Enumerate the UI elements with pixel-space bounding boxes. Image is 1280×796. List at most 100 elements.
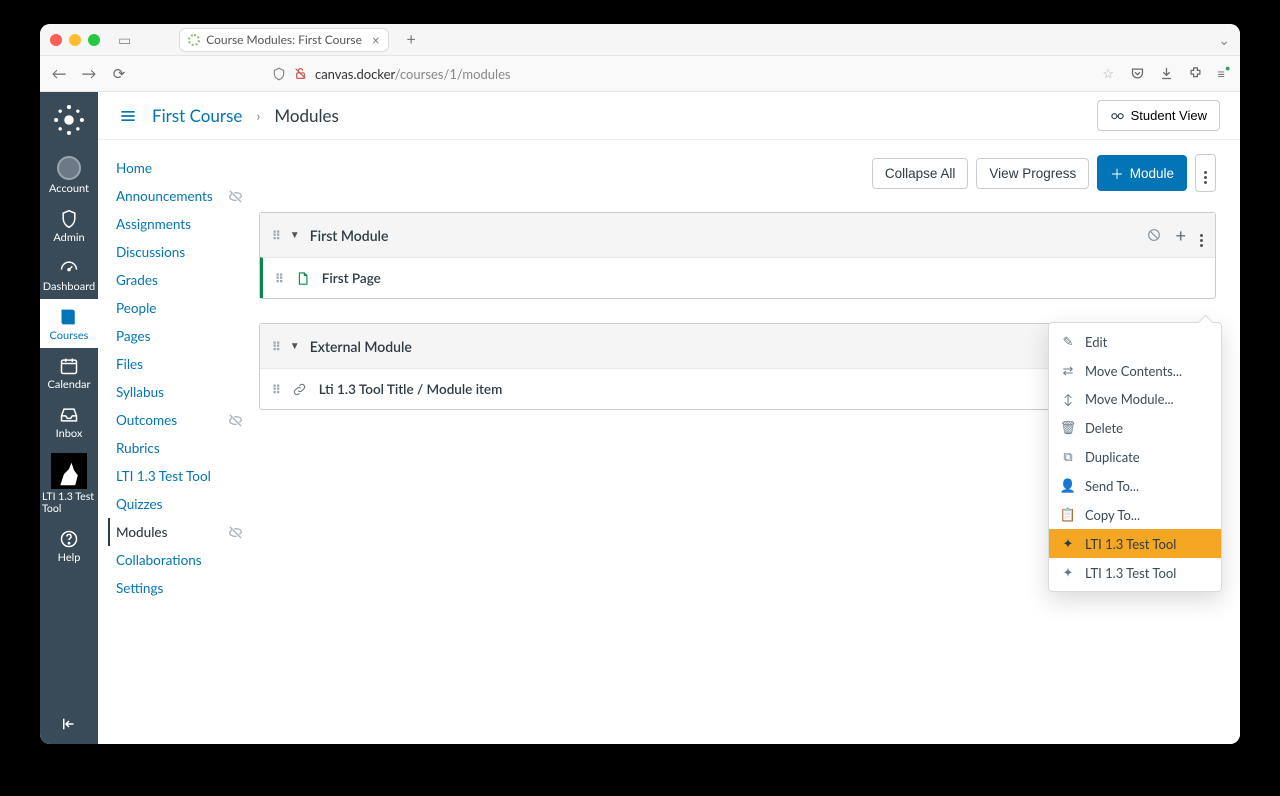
course-nav-link[interactable]: People: [116, 300, 156, 316]
glasses-icon: [1110, 108, 1125, 123]
new-tab-button[interactable]: +: [407, 30, 416, 49]
tabs-dropdown-icon[interactable]: ⌄: [1218, 31, 1230, 49]
course-nav-item[interactable]: Announcements: [116, 182, 253, 210]
course-nav-toggle[interactable]: [118, 106, 138, 126]
copy-icon: ⧉: [1061, 448, 1075, 465]
menu-move-contents[interactable]: ⇄Move Contents...: [1049, 356, 1221, 385]
nav-account[interactable]: Account: [40, 148, 98, 201]
course-nav-item[interactable]: Collaborations: [116, 546, 253, 574]
bookmark-star-icon[interactable]: ☆: [1102, 65, 1114, 82]
tab-close-icon[interactable]: ×: [372, 32, 380, 48]
view-progress-button[interactable]: View Progress: [976, 158, 1089, 189]
course-nav-item[interactable]: Grades: [116, 266, 253, 294]
collapse-all-button[interactable]: Collapse All: [872, 158, 969, 189]
unpublished-icon[interactable]: [1146, 227, 1162, 243]
url-text: canvas.docker/courses/1/modules: [315, 66, 511, 82]
module-title: First Module: [310, 227, 389, 244]
course-nav-link[interactable]: Syllabus: [116, 384, 164, 400]
browser-tab[interactable]: Course Modules: First Course ×: [179, 28, 388, 52]
module-item[interactable]: ⠿First Page: [260, 257, 1215, 298]
nav-courses[interactable]: Courses: [40, 299, 98, 348]
sidebar-toggle-icon[interactable]: ▭: [118, 31, 131, 49]
nav-collapse-button[interactable]: [40, 704, 98, 744]
add-module-button[interactable]: ＋ Module: [1097, 155, 1187, 191]
breadcrumb-bar: First Course › Modules Student View: [98, 92, 1240, 140]
course-nav-link[interactable]: Settings: [116, 580, 163, 596]
menu-lti-tool-2[interactable]: ✦LTI 1.3 Test Tool: [1049, 558, 1221, 587]
course-nav-item[interactable]: Assignments: [116, 210, 253, 238]
close-window-button[interactable]: [50, 34, 62, 46]
menu-duplicate[interactable]: ⧉Duplicate: [1049, 442, 1221, 471]
reload-button[interactable]: ⟳: [110, 65, 128, 83]
module-options-button[interactable]: [1200, 223, 1203, 247]
downloads-icon[interactable]: [1159, 66, 1174, 81]
course-nav-item[interactable]: Files: [116, 350, 253, 378]
shield-icon[interactable]: [272, 67, 286, 81]
nav-admin[interactable]: Admin: [40, 201, 98, 250]
drag-handle-icon[interactable]: ⠿: [272, 339, 280, 354]
course-nav-item[interactable]: Pages: [116, 322, 253, 350]
module: ⠿ ▼ First Module + ⠿First Page: [259, 212, 1216, 299]
add-item-button[interactable]: +: [1176, 224, 1186, 246]
course-nav-link[interactable]: LTI 1.3 Test Tool: [116, 468, 211, 484]
course-nav-item[interactable]: Rubrics: [116, 434, 253, 462]
course-nav-link[interactable]: Grades: [116, 272, 158, 288]
menu-edit[interactable]: ✎Edit: [1049, 327, 1221, 356]
course-nav-link[interactable]: Home: [116, 160, 152, 176]
course-nav-link[interactable]: Files: [116, 356, 143, 372]
nav-help[interactable]: Help: [40, 521, 98, 570]
course-nav-item[interactable]: Modules: [108, 518, 253, 546]
collapse-caret-icon[interactable]: ▼: [290, 340, 300, 352]
course-nav-link[interactable]: Collaborations: [116, 552, 202, 568]
drag-handle-icon[interactable]: ⠿: [272, 228, 280, 243]
course-nav-link[interactable]: Announcements: [116, 188, 213, 204]
nav-inbox[interactable]: Inbox: [40, 397, 98, 446]
course-nav-item[interactable]: LTI 1.3 Test Tool: [116, 462, 253, 490]
drag-handle-icon[interactable]: ⠿: [275, 271, 283, 286]
course-nav-item[interactable]: People: [116, 294, 253, 322]
url-field[interactable]: canvas.docker/courses/1/modules ☆: [140, 65, 1118, 82]
nav-lti-tool[interactable]: LTI 1.3 Test Tool: [40, 447, 98, 521]
course-nav-item[interactable]: Quizzes: [116, 490, 253, 518]
app-menu-icon[interactable]: ≡●: [1217, 65, 1230, 82]
course-nav-link[interactable]: Discussions: [116, 244, 185, 260]
pocket-icon[interactable]: [1130, 66, 1145, 81]
maximize-window-button[interactable]: [88, 34, 100, 46]
menu-copy-to[interactable]: 📋Copy To...: [1049, 500, 1221, 529]
course-nav-item[interactable]: Outcomes: [116, 406, 253, 434]
modules-options-button[interactable]: [1195, 154, 1216, 192]
collapse-caret-icon[interactable]: ▼: [290, 229, 300, 241]
trash-icon: 🗑: [1061, 419, 1075, 436]
course-nav-item[interactable]: Syllabus: [116, 378, 253, 406]
nav-dashboard[interactable]: Dashboard: [40, 250, 98, 299]
course-nav-item[interactable]: Settings: [116, 574, 253, 602]
menu-delete[interactable]: 🗑Delete: [1049, 413, 1221, 442]
drag-handle-icon[interactable]: ⠿: [272, 382, 280, 397]
global-nav: Account Admin Dashboard Courses Calendar…: [40, 92, 98, 744]
minimize-window-button[interactable]: [69, 34, 81, 46]
course-nav-link[interactable]: Rubrics: [116, 440, 160, 456]
insecure-lock-icon[interactable]: [294, 67, 307, 80]
back-button[interactable]: ←: [50, 65, 68, 83]
course-nav-link[interactable]: Pages: [116, 328, 151, 344]
module-header[interactable]: ⠿ ▼ First Module +: [260, 213, 1215, 257]
pencil-icon: ✎: [1061, 333, 1075, 350]
course-nav-link[interactable]: Quizzes: [116, 496, 163, 512]
menu-move-module[interactable]: ↕Move Module...: [1049, 385, 1221, 413]
course-nav-link[interactable]: Modules: [116, 524, 167, 540]
nav-calendar[interactable]: Calendar: [40, 348, 98, 397]
student-view-button[interactable]: Student View: [1097, 100, 1220, 131]
course-nav-link[interactable]: Outcomes: [116, 412, 177, 428]
forward-button[interactable]: →: [80, 65, 98, 83]
canvas-logo[interactable]: [49, 100, 89, 140]
menu-lti-tool-1[interactable]: ✦LTI 1.3 Test Tool: [1049, 529, 1221, 558]
course-nav-item[interactable]: Discussions: [116, 238, 253, 266]
breadcrumb-course-link[interactable]: First Course: [152, 105, 242, 126]
course-nav-link[interactable]: Assignments: [116, 216, 191, 232]
extensions-icon[interactable]: [1188, 66, 1203, 81]
menu-send-to[interactable]: 👤Send To...: [1049, 471, 1221, 500]
kebab-icon: [1204, 171, 1207, 184]
titlebar: ▭ Course Modules: First Course × + ⌄: [40, 24, 1240, 56]
course-nav-item[interactable]: Home: [116, 154, 253, 182]
nav-label: Admin: [53, 232, 84, 244]
